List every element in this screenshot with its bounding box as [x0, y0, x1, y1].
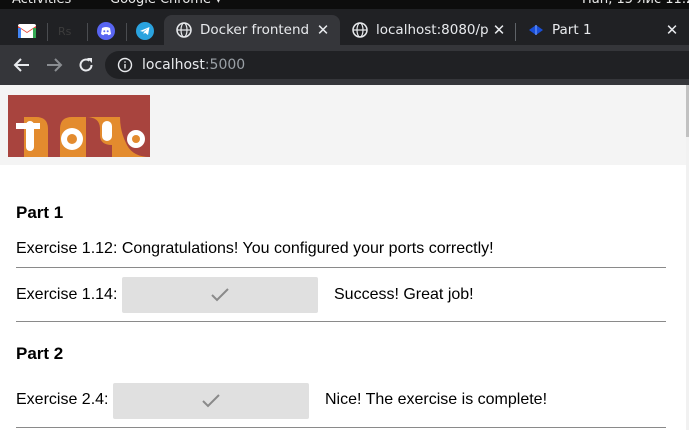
close-tab-icon[interactable]: ✕	[314, 21, 332, 39]
rs-tab[interactable]: Rs	[52, 17, 82, 45]
tab-docker-frontend[interactable]: Docker frontend ✕	[164, 15, 340, 45]
toska-logo	[8, 95, 150, 157]
system-top-bar: Activities Google Chrome ▾ Пан, 15 лис 1…	[0, 0, 689, 9]
clock[interactable]: Пан, 15 лис 11:2	[582, 0, 689, 9]
part-1-heading: Part 1	[16, 203, 64, 222]
tab-localhost-8080[interactable]: localhost:8080/p ✕	[340, 15, 516, 45]
exercise-2-4-result: Nice! The exercise is complete!	[325, 391, 548, 408]
back-arrow-icon	[13, 58, 29, 72]
activities-button[interactable]: Activities	[12, 0, 71, 9]
reload-button[interactable]	[76, 55, 96, 75]
browser-toolbar: localhost:5000	[0, 45, 689, 85]
tab-title: Docker frontend	[200, 22, 310, 38]
url-port: :5000	[204, 57, 246, 73]
close-tab-icon[interactable]: ✕	[490, 21, 508, 39]
exercise-1-14-button[interactable]	[122, 277, 318, 313]
url-host: localhost	[142, 57, 205, 73]
address-bar[interactable]: localhost:5000	[105, 51, 689, 79]
divider	[16, 267, 666, 268]
exercise-2-4-button[interactable]	[113, 383, 309, 419]
exercise-1-14-label: Exercise 1.14:	[16, 286, 118, 303]
tab-divider	[126, 23, 127, 41]
divider	[16, 427, 666, 428]
tab-part-1[interactable]: Part 1 ✕	[516, 15, 689, 45]
tab-divider	[87, 23, 88, 41]
exercise-2-4-label: Exercise 2.4:	[16, 391, 109, 408]
discord-tab[interactable]	[91, 17, 121, 45]
close-tab-icon[interactable]: ✕	[663, 21, 681, 39]
tab-title: localhost:8080/p	[376, 22, 488, 38]
site-header	[0, 85, 686, 165]
discord-icon	[97, 22, 115, 40]
svg-text:Rs: Rs	[58, 25, 72, 38]
checkmark-icon	[211, 288, 229, 302]
telegram-icon	[136, 22, 154, 40]
forward-button[interactable]	[44, 55, 64, 75]
back-button[interactable]	[12, 55, 32, 75]
checkmark-icon	[202, 394, 220, 408]
gmail-tab[interactable]	[12, 17, 42, 45]
globe-icon	[176, 22, 192, 38]
gmail-icon	[18, 24, 36, 38]
page-viewport: Part 1 Exercise 1.12: Congratulations! Y…	[0, 85, 689, 430]
divider	[16, 321, 666, 322]
tab-strip: Rs Docker frontend ✕ localhost:8080/p ✕ …	[0, 9, 689, 45]
forward-arrow-icon	[47, 58, 63, 72]
app-menu[interactable]: Google Chrome ▾	[110, 0, 222, 9]
telegram-tab[interactable]	[130, 17, 160, 45]
exercise-1-14-result: Success! Great job!	[334, 286, 474, 303]
site-info-icon[interactable]	[117, 57, 133, 73]
reload-icon	[79, 58, 93, 72]
url-text: localhost:5000	[142, 51, 245, 79]
tab-divider	[47, 23, 48, 41]
rs-icon: Rs	[58, 25, 72, 38]
course-logo-icon	[529, 25, 543, 35]
tab-title: Part 1	[552, 22, 592, 38]
globe-icon	[352, 22, 368, 38]
part-2-heading: Part 2	[16, 344, 64, 363]
exercise-1-12-text: Exercise 1.12: Congratulations! You conf…	[16, 240, 494, 257]
